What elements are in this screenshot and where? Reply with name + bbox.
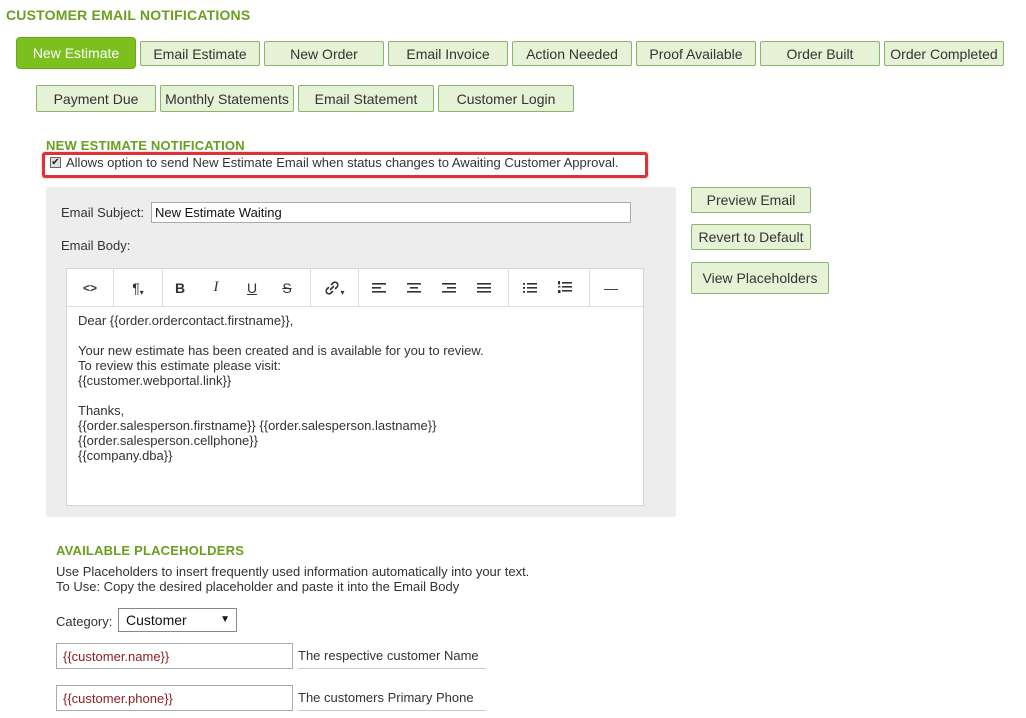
horizontal-rule-button[interactable]: — [593, 269, 629, 306]
body-line: Your new estimate has been created and i… [78, 343, 484, 358]
email-body-text: Dear {{order.ordercontact.firstname}}, Y… [78, 313, 484, 463]
notification-title: NEW ESTIMATE NOTIFICATION [46, 138, 245, 153]
placeholders-title: AVAILABLE PLACEHOLDERS [56, 543, 245, 558]
tab-proof-available[interactable]: Proof Available [636, 41, 756, 66]
category-label: Category: [56, 614, 113, 629]
tab-payment-due[interactable]: Payment Due [36, 85, 156, 112]
placeholders-usage: To Use: Copy the desired placeholder and… [56, 579, 460, 594]
category-select[interactable]: Customer ▼ [118, 608, 237, 632]
code-view-button[interactable]: <> [67, 269, 113, 306]
body-line: {{order.salesperson.firstname}} {{order.… [78, 418, 437, 433]
numbered-list-icon [558, 281, 572, 293]
body-line: Thanks, [78, 403, 125, 418]
category-select-value: Customer [126, 612, 187, 628]
body-line [78, 388, 484, 403]
italic-button[interactable]: I [199, 269, 233, 306]
paragraph-button[interactable]: ¶ ▾ [114, 269, 162, 306]
numbered-list-button[interactable] [548, 269, 582, 306]
placeholders-description: Use Placeholders to insert frequently us… [56, 564, 530, 579]
page-title: CUSTOMER EMAIL NOTIFICATIONS [6, 7, 251, 23]
body-line [78, 328, 484, 343]
view-placeholders-button[interactable]: View Placeholders [691, 262, 829, 294]
justify-icon [477, 282, 491, 293]
tab-email-invoice[interactable]: Email Invoice [388, 41, 508, 66]
body-line: {{customer.webportal.link}} [78, 373, 232, 388]
editor-toolbar: <> ¶ ▾ B I U S ▾ — [67, 269, 643, 307]
placeholder-description: The respective customer Name [298, 643, 486, 669]
email-subject-label: Email Subject: [61, 205, 145, 220]
tab-order-built[interactable]: Order Built [760, 41, 880, 66]
email-body-label: Email Body: [61, 238, 131, 253]
align-left-button[interactable] [362, 269, 396, 306]
send-email-checkbox-label: Allows option to send New Estimate Email… [66, 155, 619, 170]
link-icon [325, 280, 340, 295]
placeholder-code-input[interactable]: {{customer.name}} [56, 643, 293, 669]
align-right-button[interactable] [432, 269, 466, 306]
link-button[interactable]: ▾ [311, 269, 358, 306]
body-line: To review this estimate please visit: [78, 358, 282, 373]
revert-to-default-button[interactable]: Revert to Default [691, 224, 811, 250]
tab-order-completed[interactable]: Order Completed [884, 41, 1004, 66]
body-line: {{company.dba}} [78, 448, 173, 463]
tab-action-needed[interactable]: Action Needed [512, 41, 632, 66]
email-subject-input[interactable] [151, 202, 631, 223]
send-email-option: ✔ Allows option to send New Estimate Ema… [50, 155, 619, 170]
align-right-icon [442, 282, 456, 293]
strikethrough-button[interactable]: S [270, 269, 304, 306]
tab-customer-login[interactable]: Customer Login [438, 85, 574, 112]
justify-button[interactable] [467, 269, 501, 306]
bold-button[interactable]: B [163, 269, 197, 306]
email-body-editor[interactable]: <> ¶ ▾ B I U S ▾ — Dear {{order.ordercon… [66, 268, 644, 506]
tab-email-estimate[interactable]: Email Estimate [140, 41, 260, 66]
tab-new-order[interactable]: New Order [264, 41, 384, 66]
placeholder-code-input[interactable]: {{customer.phone}} [56, 685, 293, 711]
align-center-icon [407, 282, 421, 293]
preview-email-button[interactable]: Preview Email [691, 187, 811, 213]
paragraph-icon: ¶ [132, 279, 140, 296]
tab-new-estimate[interactable]: New Estimate [16, 37, 136, 69]
placeholder-description: The customers Primary Phone [298, 685, 486, 711]
underline-button[interactable]: U [235, 269, 269, 306]
align-left-icon [372, 282, 386, 293]
bullet-list-icon [523, 282, 537, 293]
bullet-list-button[interactable] [513, 269, 547, 306]
send-email-checkbox[interactable]: ✔ [50, 157, 61, 168]
body-line: {{order.salesperson.cellphone}} [78, 433, 258, 448]
tab-email-statement[interactable]: Email Statement [298, 85, 434, 112]
align-center-button[interactable] [397, 269, 431, 306]
tab-monthly-statements[interactable]: Monthly Statements [160, 85, 294, 112]
body-line: Dear {{order.ordercontact.firstname}}, [78, 313, 294, 328]
dropdown-arrow-icon: ▼ [220, 614, 230, 625]
